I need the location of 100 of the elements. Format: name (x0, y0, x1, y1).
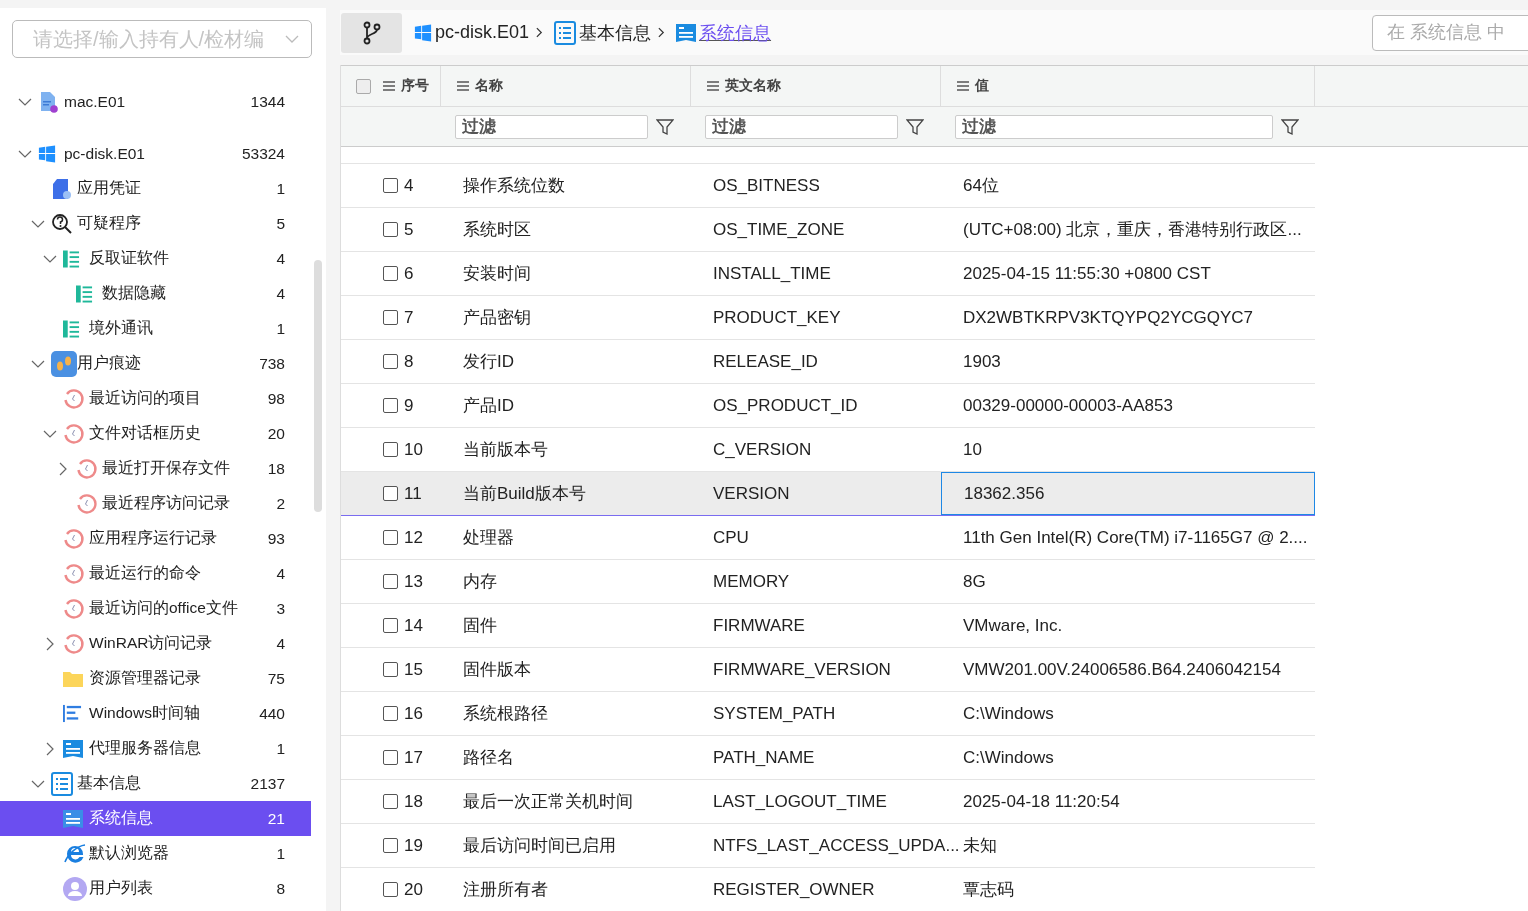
filter-icon[interactable] (1281, 117, 1299, 136)
tree-item[interactable]: 基本信息 2137 (0, 766, 311, 801)
tree-item[interactable]: mac.E01 1344 (0, 84, 311, 119)
table-cell: RELEASE_ID (713, 351, 818, 372)
table-cell: 11 (404, 483, 422, 504)
column-header[interactable]: 值 (975, 77, 989, 95)
column-header[interactable]: 英文名称 (725, 77, 781, 95)
checkbox[interactable] (356, 78, 371, 94)
menu-icon[interactable] (957, 81, 969, 91)
search-field[interactable]: 在 系统信息 中 (1372, 14, 1528, 51)
breadcrumb-link[interactable]: 系统信息 (699, 20, 772, 45)
checkbox[interactable] (383, 486, 398, 501)
scrollbar[interactable] (314, 260, 322, 512)
column-header[interactable]: 序号 (401, 77, 429, 95)
menu-icon[interactable] (707, 81, 719, 91)
checkbox[interactable] (383, 266, 398, 281)
branch-button[interactable] (341, 12, 402, 53)
table-cell-text: 处理器 (463, 527, 514, 549)
checkbox[interactable] (383, 662, 398, 677)
table-cell: C_VERSION (713, 439, 812, 460)
tree-item-label: pc-disk.E01 (64, 144, 146, 163)
menu-icon[interactable] (383, 81, 395, 91)
table-cell-text: 覃志码 (963, 879, 1014, 901)
checkbox[interactable] (383, 354, 398, 369)
tree-item[interactable]: 资源管理器记录 75 (0, 661, 311, 696)
table-cell: OS_TIME_ZONE (713, 219, 845, 240)
checkbox[interactable] (383, 530, 398, 545)
filter-field[interactable]: 过滤 (955, 114, 1273, 139)
table-cell: REGISTER_OWNER (713, 879, 875, 900)
tree-item[interactable]: 默认浏览器 1 (0, 836, 311, 871)
id-card-icon (63, 808, 83, 829)
id-card-icon (676, 22, 697, 43)
item-count: 98 (267, 389, 285, 408)
table-cell-text: 最后一次正常关机时间 (463, 791, 633, 813)
tree-item[interactable]: 用户痕迹 738 (0, 346, 311, 381)
table-cell: 8 (404, 351, 414, 372)
tree-item[interactable]: WinRAR访问记录 4 (0, 626, 311, 661)
tree-item[interactable]: 文件对话框历史 20 (0, 416, 311, 451)
table-cell: 14 (404, 615, 423, 636)
checkbox[interactable] (383, 222, 398, 237)
table-cell: 4 (404, 175, 414, 196)
list-document-icon (50, 771, 73, 796)
item-count: 1 (276, 739, 285, 758)
breadcrumb-link[interactable]: pc-disk.E01 (435, 22, 530, 43)
checkbox[interactable] (383, 706, 398, 721)
tree-item[interactable]: 用户列表 8 (0, 871, 311, 906)
item-count: 2137 (250, 774, 285, 793)
table-cell: FIRMWARE (713, 615, 805, 636)
tree-item[interactable]: 代理服务器信息 1 (0, 731, 311, 766)
tree-item[interactable]: 数据隐藏 4 (0, 276, 311, 311)
table-cell: 15 (404, 659, 423, 680)
item-count: 21 (267, 809, 285, 828)
item-count: 53324 (241, 144, 285, 163)
tree-item[interactable]: pc-disk.E01 53324 (0, 136, 311, 171)
checkbox[interactable] (383, 794, 398, 809)
table-cell-text: 系统根路径 (463, 703, 548, 725)
tree-item-label: 系统信息 (89, 808, 154, 828)
tree-item[interactable]: 应用凭证 1 (0, 171, 311, 206)
checkbox[interactable] (383, 398, 398, 413)
tree-item[interactable]: 境外通讯 1 (0, 311, 311, 346)
item-count: 4 (276, 564, 285, 583)
tree-item-label: 反取证软件 (89, 248, 170, 268)
table-cell: VMW201.00V.24006586.B64.2406042154 (963, 659, 1281, 680)
filter-icon[interactable] (906, 117, 924, 136)
checkbox[interactable] (383, 310, 398, 325)
checkbox[interactable] (383, 838, 398, 853)
breadcrumb-link[interactable]: 基本信息 (579, 20, 652, 45)
table-row[interactable]: 11 当前Build版本号 VERSION 18362.356 (341, 472, 1315, 516)
checkbox[interactable] (383, 574, 398, 589)
tree-item[interactable]: Windows时间轴 440 (0, 696, 311, 731)
tree-item[interactable]: 最近访问的项目 98 (0, 381, 311, 416)
filter-icon[interactable] (656, 117, 674, 136)
menu-icon[interactable] (457, 81, 469, 91)
column-header[interactable]: 名称 (475, 77, 503, 95)
table-cell-text: 固件 (463, 615, 497, 637)
checkbox[interactable] (383, 178, 398, 193)
table-cell-text: 系统时区 (463, 219, 531, 241)
checkbox[interactable] (383, 750, 398, 765)
tree-item-label: 最近打开保存文件 (101, 458, 231, 478)
tree-item[interactable]: 系统信息 21 (0, 801, 311, 836)
tree-item[interactable]: 应用程序运行记录 93 (0, 521, 311, 556)
tree-item[interactable]: 可疑程序 5 (0, 206, 311, 241)
table-cell: 9 (404, 395, 414, 416)
tree-item-label: WinRAR访问记录 (89, 633, 214, 653)
tree-item[interactable]: 反取证软件 4 (0, 241, 311, 276)
item-count: 4 (276, 284, 285, 303)
filter-field[interactable]: 过滤 (455, 114, 648, 139)
table-cell: C:\Windows (963, 703, 1054, 724)
checkbox[interactable] (383, 618, 398, 633)
checkbox[interactable] (383, 882, 398, 897)
tree-item[interactable]: 最近程序访问记录 2 (0, 486, 311, 521)
tree-item-label: Windows时间轴 (89, 703, 201, 723)
item-count: 440 (259, 704, 285, 723)
tree-item[interactable]: 最近运行的命令 4 (0, 556, 311, 591)
table-cell: 20 (404, 879, 423, 900)
tree-item[interactable]: 最近访问的office文件 3 (0, 591, 311, 626)
filter-field[interactable]: 过滤 (705, 114, 898, 139)
checkbox[interactable] (383, 442, 398, 457)
history-icon (75, 492, 98, 515)
tree-item[interactable]: 最近打开保存文件 18 (0, 451, 311, 486)
